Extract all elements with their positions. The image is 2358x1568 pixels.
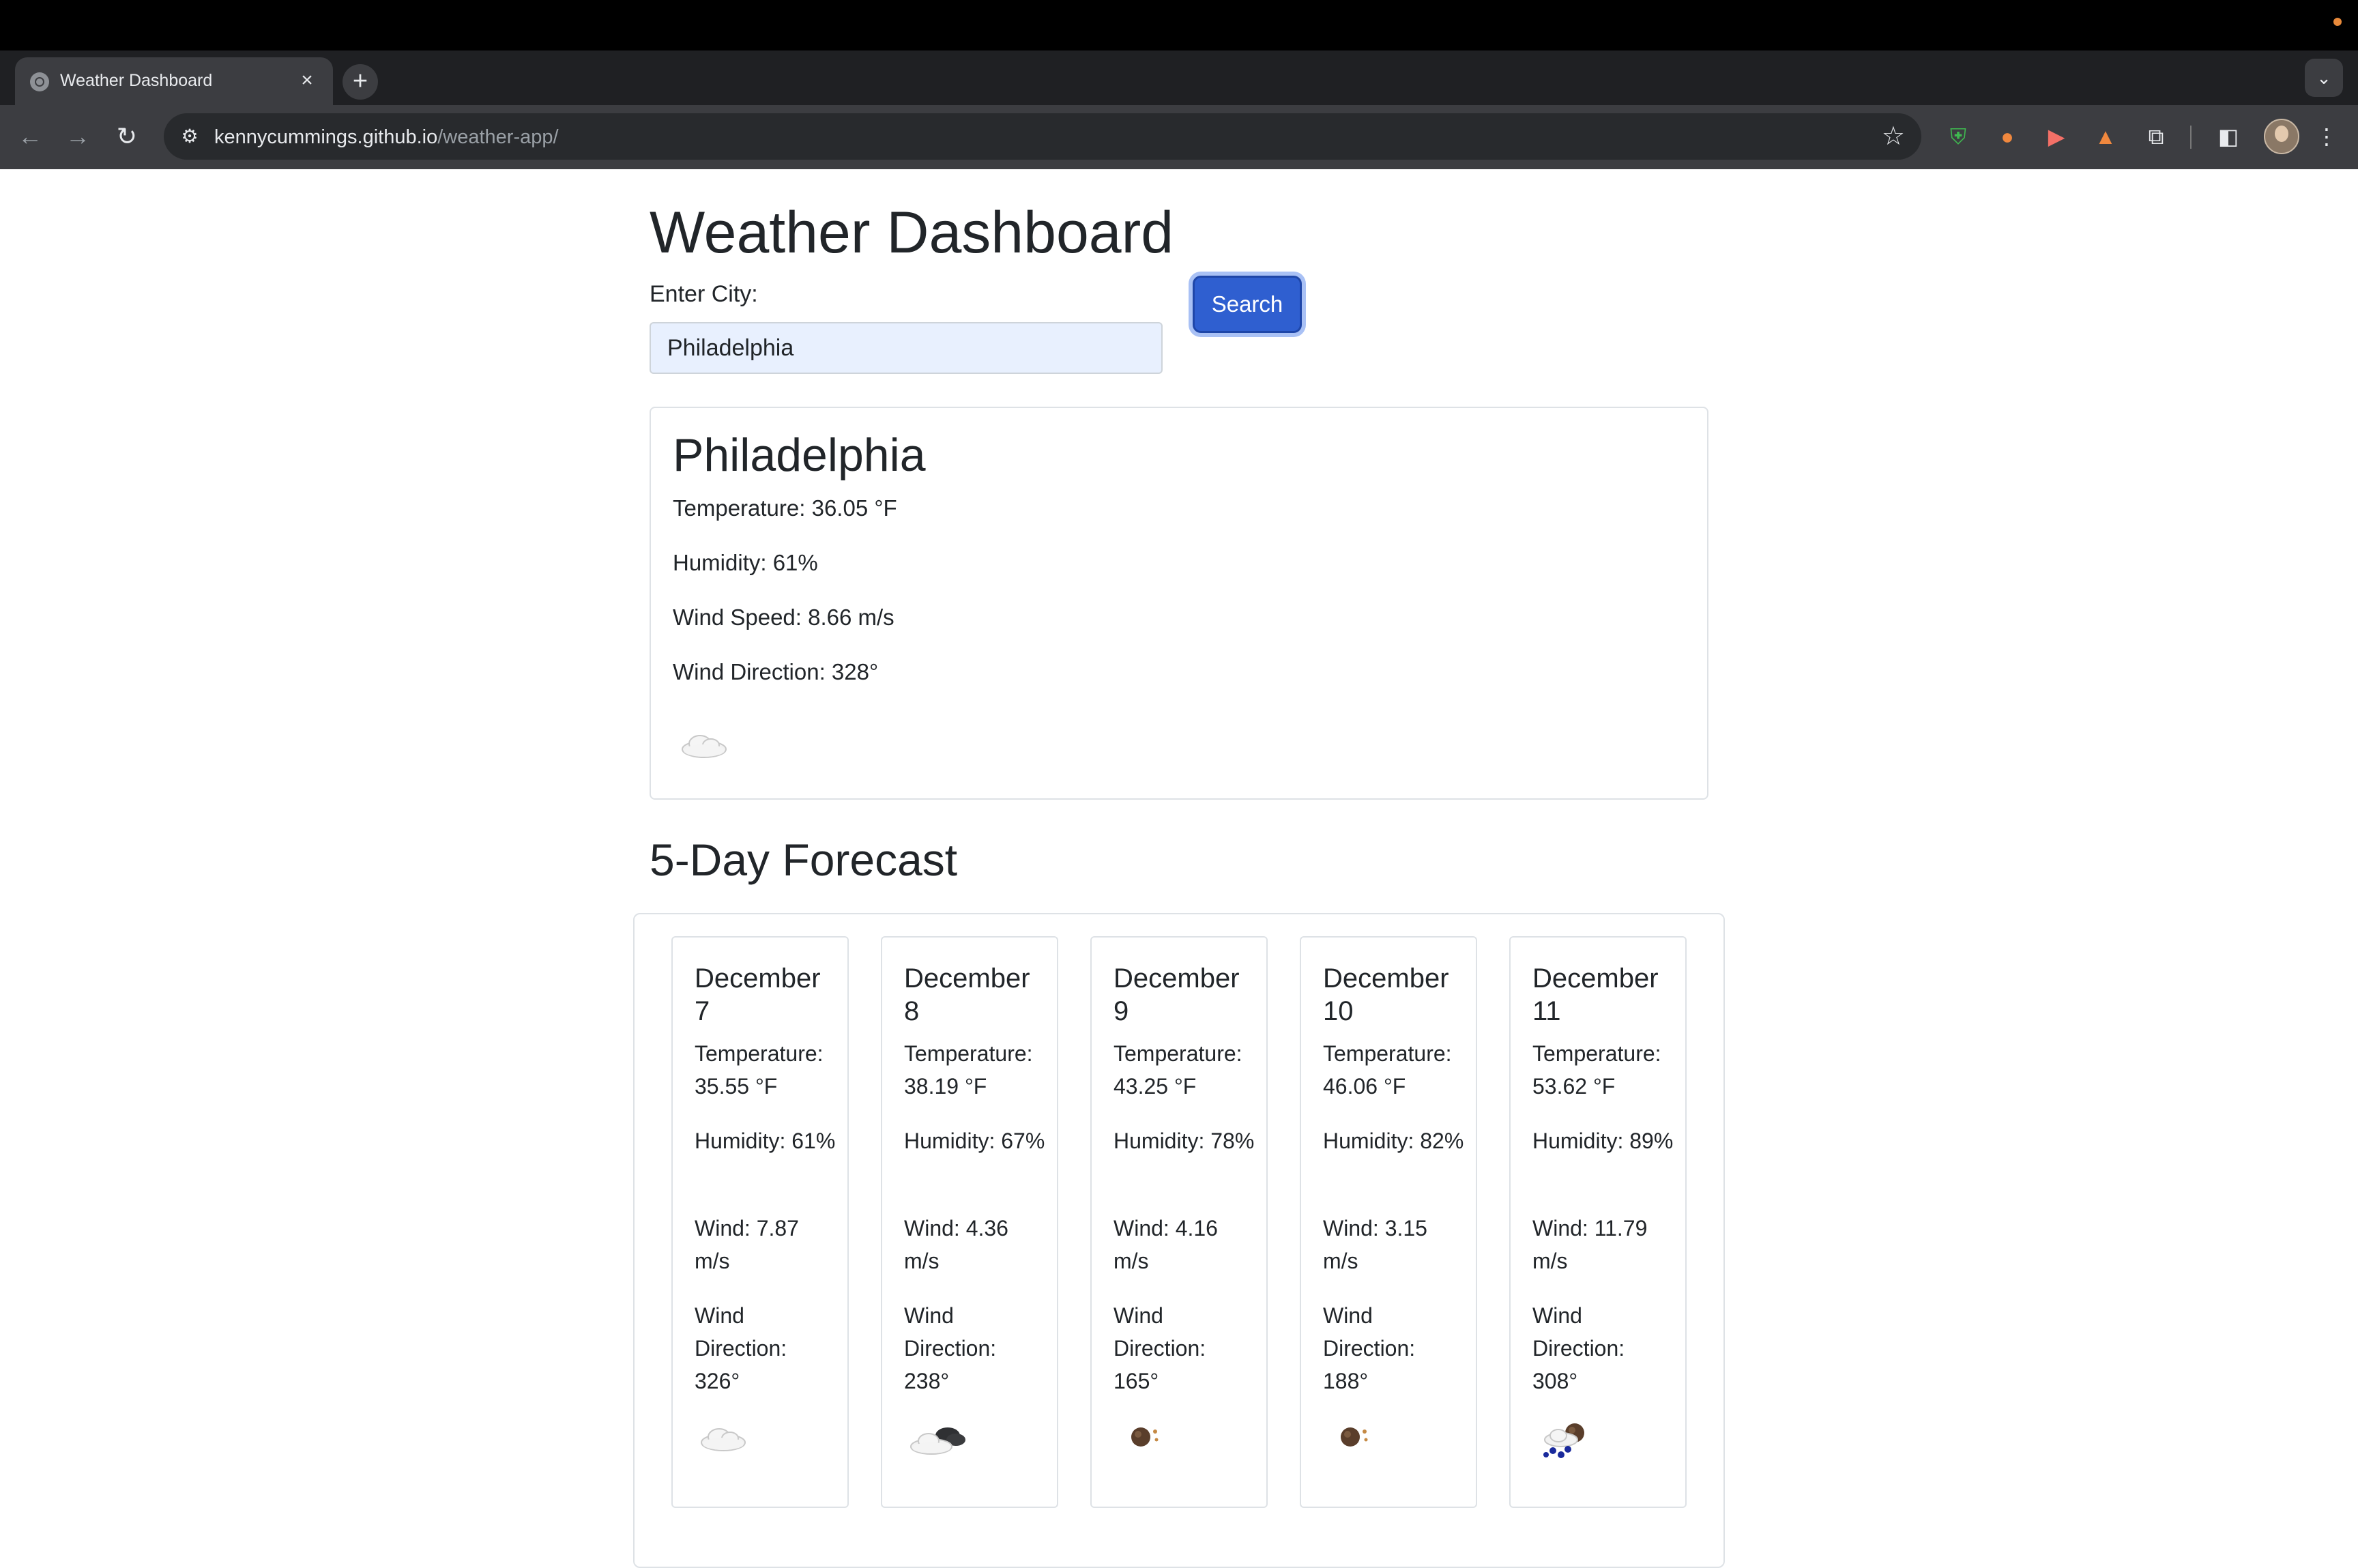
forecast-humidity: Humidity: 82% [1323, 1129, 1464, 1153]
tab-weather-dashboard[interactable]: Weather Dashboard × [15, 57, 333, 105]
extensions-puzzle-icon[interactable]: ⧉ [2140, 120, 2172, 153]
dark-sun-icon [1327, 1419, 1376, 1457]
forecast-date: December 11 [1532, 963, 1659, 1026]
dark-sun-icon [1118, 1419, 1167, 1457]
new-tab-button[interactable]: + [343, 64, 378, 100]
site-info-icon[interactable]: ⚙ [176, 123, 203, 150]
current-wind-speed: Wind Speed: 8.66 m/s [673, 605, 894, 630]
forecast-title: 5-Day Forecast [650, 834, 958, 885]
forecast-humidity: Humidity: 89% [1532, 1129, 1674, 1153]
dark-cloud-icon [908, 1419, 970, 1461]
forecast-date: December 7 [695, 963, 821, 1026]
globe-icon [30, 72, 49, 91]
extension-a-icon[interactable]: ● [1991, 120, 2024, 153]
reload-icon[interactable]: ↻ [108, 117, 146, 156]
forecast-wind: Wind: 7.87 m/s [695, 1216, 799, 1273]
forecast-temperature: Temperature: 53.62 °F [1532, 1041, 1661, 1099]
url-host: kennycummings.github.io [214, 126, 438, 148]
city-input[interactable] [650, 322, 1163, 374]
forecast-humidity: Humidity: 61% [695, 1129, 836, 1153]
menu-kebab-icon[interactable]: ⋮ [2310, 120, 2343, 153]
forecast-date: December 8 [904, 963, 1030, 1026]
forecast-temperature: Temperature: 43.25 °F [1114, 1041, 1242, 1099]
forecast-wind: Wind: 3.15 m/s [1323, 1216, 1427, 1273]
city-label: Enter City: [650, 281, 758, 307]
forecast-wind: Wind: 4.36 m/s [904, 1216, 1008, 1273]
forecast-card: December 8 Temperature: 38.19 °F Humidit… [881, 936, 1058, 1508]
forecast-date: December 10 [1323, 963, 1449, 1026]
forecast-card: December 9 Temperature: 43.25 °F Humidit… [1090, 936, 1268, 1508]
tab-title: Weather Dashboard [60, 71, 213, 90]
forecast-wind-direction: Wind Direction: 308° [1532, 1303, 1625, 1393]
cloud-icon [699, 1419, 748, 1457]
forecast-card: December 10 Temperature: 46.06 °F Humidi… [1300, 936, 1477, 1508]
url-path: /weather-app/ [437, 126, 559, 148]
forecast-container: December 7 Temperature: 35.55 °F Humidit… [633, 913, 1725, 1568]
tab-search-button[interactable]: ⌄ [2305, 59, 2343, 97]
url-text[interactable]: kennycummings.github.io/weather-app/ [214, 126, 559, 149]
forecast-wind: Wind: 4.16 m/s [1114, 1216, 1218, 1273]
back-icon[interactable]: ← [11, 117, 49, 156]
current-weather-card: Philadelphia Temperature: 36.05 °F Humid… [650, 407, 1708, 800]
cloud-icon [680, 726, 729, 764]
recording-indicator-icon [2333, 18, 2342, 26]
tab-strip: Weather Dashboard × + ⌄ [0, 50, 2358, 105]
rain-cloud-icon [1537, 1419, 1595, 1464]
address-bar[interactable]: ⚙ kennycummings.github.io/weather-app/ ☆ [164, 113, 1921, 160]
forecast-humidity: Humidity: 67% [904, 1129, 1045, 1153]
forecast-wind-direction: Wind Direction: 238° [904, 1303, 997, 1393]
forecast-wind-direction: Wind Direction: 326° [695, 1303, 787, 1393]
extension-flame-icon[interactable]: ▲ [2089, 120, 2122, 153]
forecast-wind-direction: Wind Direction: 165° [1114, 1303, 1206, 1393]
browser-toolbar: ← → ↻ ⚙ kennycummings.github.io/weather-… [0, 105, 2358, 169]
close-tab-icon[interactable]: × [293, 67, 321, 94]
forecast-temperature: Temperature: 38.19 °F [904, 1041, 1033, 1099]
page-title: Weather Dashboard [650, 200, 1174, 265]
forecast-humidity: Humidity: 78% [1114, 1129, 1255, 1153]
profile-avatar[interactable] [2264, 119, 2299, 154]
shield-extension-icon[interactable]: ⛨ [1942, 120, 1975, 153]
side-panel-icon[interactable]: ◧ [2212, 120, 2245, 153]
os-menu-bar [0, 0, 2358, 50]
forecast-temperature: Temperature: 46.06 °F [1323, 1041, 1452, 1099]
forecast-wind-direction: Wind Direction: 188° [1323, 1303, 1416, 1393]
bookmark-star-icon[interactable]: ☆ [1882, 121, 1905, 151]
toolbar-divider [2190, 126, 2192, 149]
current-temperature: Temperature: 36.05 °F [673, 495, 897, 521]
web-page: Weather Dashboard Enter City: Search Phi… [0, 169, 2358, 1568]
forecast-date: December 9 [1114, 963, 1240, 1026]
forecast-wind: Wind: 11.79 m/s [1532, 1216, 1648, 1273]
current-wind-direction: Wind Direction: 328° [673, 659, 879, 684]
current-city-name: Philadelphia [673, 429, 926, 481]
current-humidity: Humidity: 61% [673, 550, 818, 575]
forecast-card: December 11 Temperature: 53.62 °F Humidi… [1509, 936, 1687, 1508]
forecast-card: December 7 Temperature: 35.55 °F Humidit… [671, 936, 849, 1508]
video-extension-icon[interactable]: ▶ [2040, 120, 2073, 153]
search-button[interactable]: Search [1193, 276, 1302, 333]
forward-icon[interactable]: → [59, 117, 97, 156]
forecast-temperature: Temperature: 35.55 °F [695, 1041, 824, 1099]
